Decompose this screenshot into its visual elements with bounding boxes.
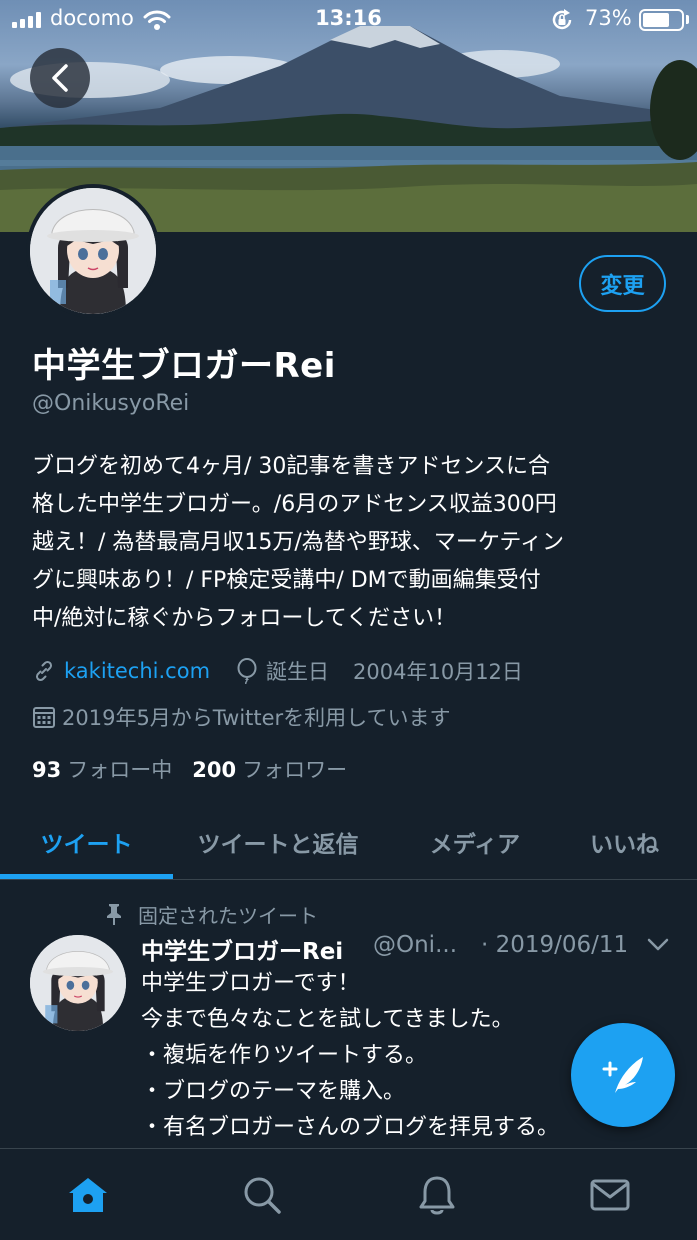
chevron-down-icon[interactable] — [647, 938, 669, 952]
joined-row: 2019年5月からTwitterを利用しています — [32, 702, 451, 732]
website-link[interactable]: kakitechi.com — [64, 659, 210, 683]
profile-bio: ブログを初めて4ヶ月/ 30記事を書きアドセンスに合 格した中学生ブロガー。/6… — [32, 454, 565, 631]
battery-tip — [686, 15, 689, 24]
chevron-left-icon — [52, 64, 68, 92]
pinned-label: 固定されたツイート — [138, 903, 318, 928]
following-link[interactable]: 93 フォロー中 — [32, 758, 172, 782]
display-name: 中学生ブロガーRei — [32, 346, 336, 386]
tab-likes[interactable]: いいね — [567, 806, 682, 878]
status-bar: docomo 13:16 73% — [0, 0, 697, 40]
profile-tabs: ツイート ツイートと返信 メディア いいね — [0, 806, 697, 880]
following-count: 93 — [32, 758, 62, 782]
active-tab-indicator — [0, 874, 173, 879]
battery-icon — [639, 9, 684, 31]
birthday-date: 2004年10月12日 — [353, 660, 523, 684]
followers-link[interactable]: 200 フォロワー — [192, 758, 347, 782]
birthday-label: 誕生日 — [266, 660, 330, 684]
tweet-header: 中学生ブロガーRei @Oni... · 2019/06/11 — [141, 932, 671, 966]
following-label: フォロー中 — [67, 758, 173, 782]
nav-search[interactable] — [240, 1173, 284, 1217]
bell-icon — [419, 1176, 455, 1215]
avatar-illustration — [30, 188, 156, 314]
link-icon — [35, 660, 53, 682]
profile-avatar[interactable] — [26, 184, 160, 318]
followers-label: フォロワー — [242, 758, 348, 782]
balloon-icon — [237, 658, 257, 684]
tab-media[interactable]: メディア — [383, 806, 567, 878]
compose-tweet-button[interactable] — [571, 1023, 675, 1127]
pinned-indicator: 固定されたツイート — [104, 900, 318, 928]
back-button[interactable] — [30, 48, 90, 108]
profile-meta-row: kakitechi.com 誕生日 2004年10月12日 — [32, 656, 523, 686]
nav-home[interactable] — [66, 1173, 110, 1217]
battery-level — [643, 13, 669, 27]
joined-date: 2019年5月からTwitterを利用しています — [62, 706, 451, 730]
tweet-author-name[interactable]: 中学生ブロガーRei — [141, 932, 343, 966]
tab-tweets[interactable]: ツイート — [0, 806, 173, 878]
home-icon — [69, 1178, 107, 1212]
tweet-author-handle[interactable]: @Oni... — [373, 932, 457, 958]
tab-tweets-and-replies[interactable]: ツイートと返信 — [173, 806, 383, 878]
mail-icon — [590, 1179, 630, 1211]
calendar-icon — [33, 707, 55, 728]
followers-count: 200 — [192, 758, 237, 782]
edit-profile-button[interactable]: 変更 — [579, 255, 666, 312]
nav-notifications[interactable] — [415, 1173, 459, 1217]
rotation-lock-icon — [552, 9, 572, 30]
search-icon — [244, 1177, 281, 1214]
bottom-navigation — [0, 1148, 697, 1240]
compose-feather-icon — [602, 1057, 643, 1093]
tweet-author-avatar[interactable] — [30, 935, 126, 1031]
tweet-date[interactable]: · 2019/06/11 — [481, 932, 628, 958]
pin-icon — [107, 904, 121, 925]
nav-messages[interactable] — [588, 1173, 632, 1217]
user-handle: @OnikusyoRei — [32, 391, 190, 416]
follow-stats: 93 フォロー中 200 フォロワー — [32, 754, 347, 784]
battery-percent: 73% — [585, 6, 632, 30]
avatar-illustration — [30, 935, 126, 1031]
